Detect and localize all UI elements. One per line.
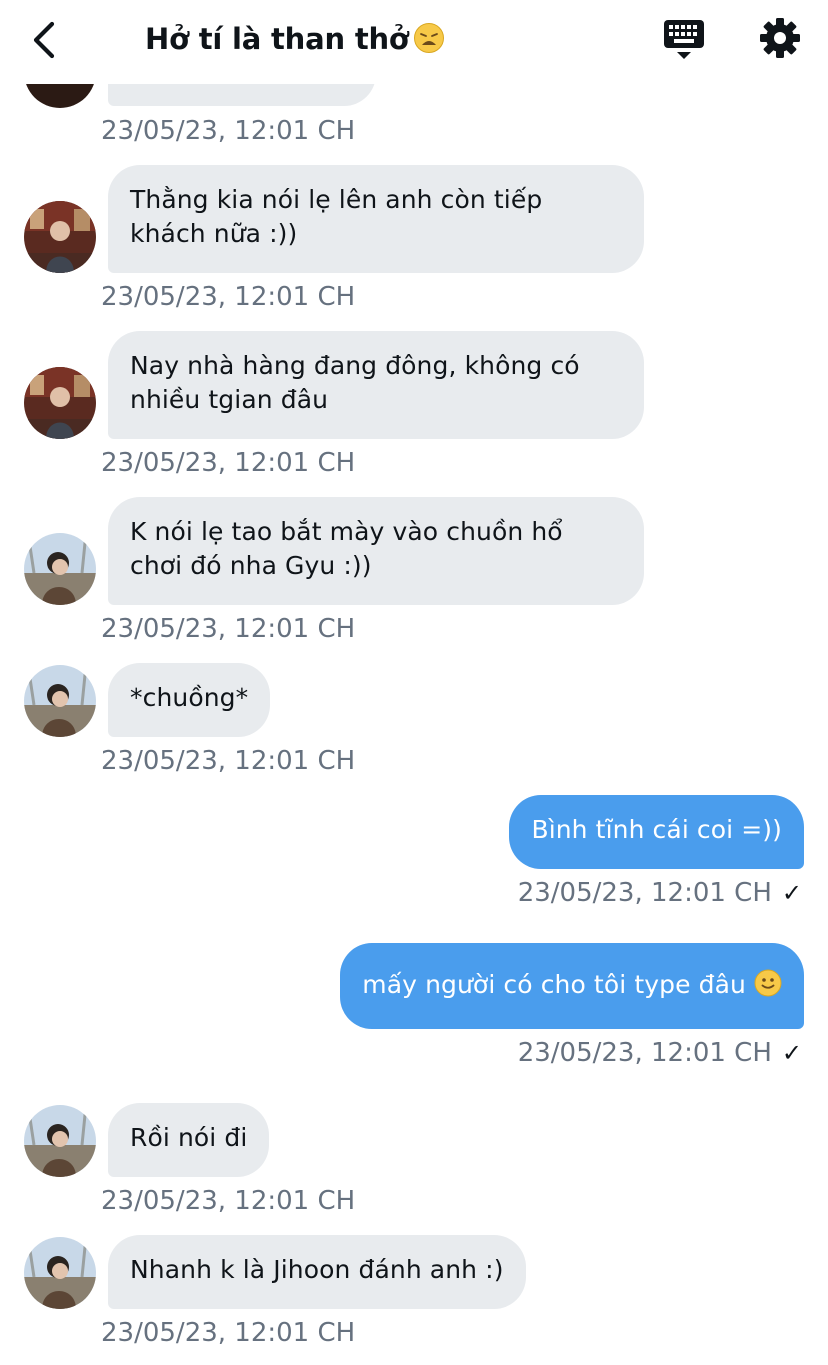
- message-bubble[interactable]: Rồi nói đi: [108, 1103, 270, 1177]
- message-bubble[interactable]: Nhanh k là Jihoon đánh anh :): [108, 1235, 526, 1309]
- message-timestamp: 23/05/23, 12:01 CH: [101, 746, 356, 776]
- keyboard-button[interactable]: [662, 18, 708, 62]
- message-list[interactable]: 23/05/23, 12:01 CH Thằng kia nói lẹ lên …: [0, 0, 828, 1365]
- conversation-title: Hở tí là than thở: [145, 19, 445, 59]
- message-text: *chuồng*: [130, 683, 249, 712]
- back-button[interactable]: [26, 16, 66, 64]
- timestamp-text: 23/05/23, 12:01 CH: [517, 878, 772, 908]
- sent-check-icon: ✓: [781, 1039, 802, 1067]
- chevron-left-icon: [33, 21, 55, 59]
- message-text: Thằng kia nói lẹ lên anh còn tiếp khách …: [130, 185, 543, 248]
- message-timestamp: 23/05/23, 12:01 CH ✓: [518, 1037, 802, 1069]
- message-text: mấy người có cho tôi type đâu: [362, 970, 746, 999]
- sent-check-icon: ✓: [781, 879, 802, 907]
- avatar[interactable]: [24, 1237, 96, 1309]
- message-bubble[interactable]: K nói lẹ tao bắt mày vào chuồn hổ chơi đ…: [108, 497, 644, 605]
- avatar[interactable]: [24, 201, 96, 273]
- message-timestamp: 23/05/23, 12:01 CH: [101, 614, 356, 644]
- message-timestamp: 23/05/23, 12:01 CH: [101, 116, 356, 146]
- message-text: K nói lẹ tao bắt mày vào chuồn hổ chơi đ…: [130, 517, 563, 580]
- message-bubble-outgoing[interactable]: mấy người có cho tôi type đâu: [340, 943, 804, 1029]
- message-timestamp: 23/05/23, 12:01 CH: [101, 448, 356, 478]
- message-text: Nhanh k là Jihoon đánh anh :): [130, 1255, 504, 1284]
- chat-header: Hở tí là than thở: [0, 0, 828, 84]
- avatar[interactable]: [24, 665, 96, 737]
- message-bubble[interactable]: Nay nhà hàng đang đông, không có nhiều t…: [108, 331, 644, 439]
- message-bubble-outgoing[interactable]: Bình tĩnh cái coi =)): [509, 795, 804, 869]
- message-bubble[interactable]: Thằng kia nói lẹ lên anh còn tiếp khách …: [108, 165, 644, 273]
- title-text: Hở tí là than thở: [145, 22, 409, 56]
- timestamp-text: 23/05/23, 12:01 CH: [517, 1038, 772, 1068]
- settings-button[interactable]: [758, 16, 802, 60]
- weary-face-emoji-icon: [413, 22, 445, 54]
- keyboard-icon: [664, 20, 704, 59]
- avatar[interactable]: [24, 1105, 96, 1177]
- message-text: Rồi nói đi: [130, 1123, 248, 1152]
- avatar[interactable]: [24, 533, 96, 605]
- message-text: Bình tĩnh cái coi =)): [531, 815, 782, 844]
- message-bubble[interactable]: *chuồng*: [108, 663, 271, 737]
- gear-icon: [760, 18, 800, 58]
- message-timestamp: 23/05/23, 12:01 CH: [101, 1186, 356, 1216]
- message-timestamp: 23/05/23, 12:01 CH ✓: [518, 877, 802, 909]
- message-text: Nay nhà hàng đang đông, không có nhiều t…: [130, 351, 580, 414]
- message-timestamp: 23/05/23, 12:01 CH: [101, 1318, 356, 1348]
- slightly-smiling-face-emoji-icon: [754, 969, 782, 997]
- avatar[interactable]: [24, 367, 96, 439]
- message-timestamp: 23/05/23, 12:01 CH: [101, 282, 356, 312]
